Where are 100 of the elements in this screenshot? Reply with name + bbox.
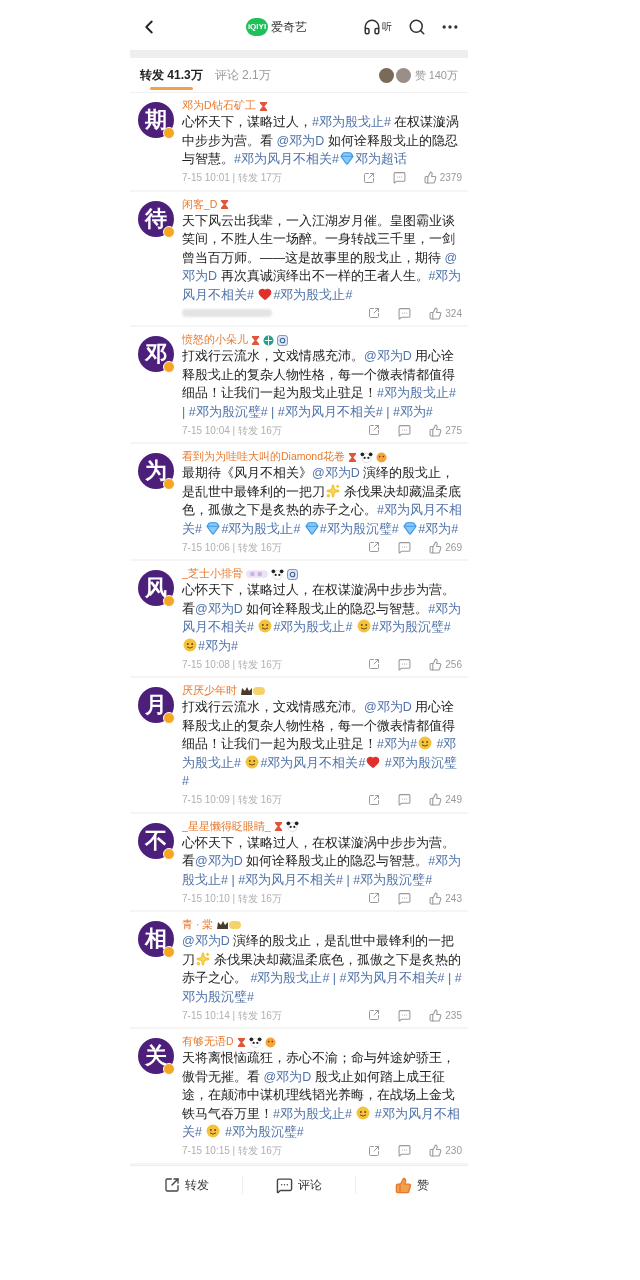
like-count: 249 — [445, 793, 462, 807]
heart-emoji-icon — [258, 286, 273, 301]
gem-emoji-icon — [339, 151, 354, 165]
comment-icon[interactable] — [398, 1008, 412, 1022]
repost-icon[interactable] — [368, 1144, 381, 1157]
hourglass-badge-icon — [251, 334, 260, 346]
crown-badge-icon — [216, 919, 243, 931]
sparkle-emoji-icon — [196, 951, 210, 966]
repost-icon — [163, 1177, 180, 1193]
smiley-emoji-icon — [356, 1105, 371, 1120]
search-icon[interactable] — [408, 18, 426, 36]
thumbs-up-icon — [395, 1176, 412, 1194]
headphones-icon[interactable] — [363, 18, 381, 36]
hourglass-badge-icon — [220, 199, 230, 210]
post-text: @邓为D 演绎的殷戈止，是乱世中最锋利的一把刀 杀伐果决却藏温柔底色，孤傲之下是炙热的赤子之心。 #邓为殷戈止# | #邓为风月不相关# | #邓为殷沉璧# — [182, 933, 462, 1006]
like-count: 230 — [445, 1144, 462, 1158]
post-text: 打戏行云流水，文戏情感充沛。@邓为D 用心诠释殷戈止的复杂人物性格，每一个微表情都值得细品！让我们一起为殷戈止驻足！#邓为殷戈止# | #邓为殷沉璧# | #邓为风月不相关# | #邓为# — [182, 348, 457, 421]
listen-label: 听 — [382, 22, 392, 32]
smiley-emoji-icon — [258, 619, 273, 633]
post-meta: 7-15 10:08 | 转发 16万 — [182, 657, 282, 672]
repost-icon[interactable] — [368, 793, 381, 806]
like-icon[interactable] — [429, 423, 443, 437]
comment-icon[interactable] — [398, 793, 412, 806]
smiley-emoji-icon — [417, 736, 432, 750]
user-avatar[interactable]: 期 — [138, 102, 174, 138]
hourglass-badge-icon — [273, 821, 283, 832]
hourglass-badge-icon — [348, 451, 358, 463]
repost-icon[interactable] — [362, 171, 375, 184]
bottom-action[interactable]: 赞 — [355, 1176, 468, 1194]
gem-emoji-icon — [403, 520, 418, 535]
bottom-action[interactable]: 转发 — [130, 1176, 242, 1194]
liker-avatar — [378, 67, 394, 83]
post-text: 天下风云出我辈，一入江湖岁月催。皇图霸业谈笑间，不胜人生一场醉。一身转战三千里，一剑曾当百万师。——这是故事里的殷戈止，期待 @邓为D 再次真诚演绎出不一样的王者人生。#邓为风月不相关# #邓为殷戈止# — [182, 212, 462, 304]
like-icon[interactable] — [429, 891, 443, 905]
panda-badge-icon — [360, 451, 374, 463]
like-icon[interactable] — [429, 306, 443, 320]
comment-icon[interactable] — [398, 1144, 412, 1157]
user-avatar[interactable]: 待 — [138, 200, 174, 237]
repost-icon[interactable] — [368, 1009, 381, 1021]
like-count: 243 — [445, 891, 462, 906]
comment-icon[interactable] — [398, 306, 412, 320]
user-avatar[interactable]: 邓 — [138, 336, 174, 372]
likes-count: 赞 140万 — [414, 67, 458, 83]
hourglass-badge-icon — [258, 100, 268, 112]
post-text: 打戏行云流水，文戏情感充沛。@邓为D 用心诠释殷戈止的复杂人物性格，每一个微表情都值得细品！让我们一起为殷戈止驻足！#邓为# #邓为殷戈止# #邓为风月不相关# #邓为殷沉璧# — [182, 699, 458, 790]
post-meta: 7-15 10:10 | 转发 16万 — [182, 891, 282, 906]
user-avatar[interactable]: 为 — [138, 453, 174, 489]
smiley-badge-icon — [376, 451, 388, 463]
liker-avatar — [395, 67, 411, 83]
like-icon[interactable] — [429, 1144, 443, 1157]
smiley-emoji-icon — [206, 1124, 221, 1138]
ring-badge-icon — [277, 334, 288, 346]
post-text: 心怀天下，谋略过人，在权谋漩涡中步步为营。看@邓为D 如何诠释殷戈止的隐忍与智慧。#邓为风月不相关# #邓为殷戈止# #邓为殷沉璧# #邓为# — [182, 582, 462, 655]
repost-icon[interactable] — [368, 307, 381, 319]
like-icon[interactable] — [423, 171, 437, 184]
user-avatar[interactable]: 关 — [138, 1038, 174, 1074]
panda-badge-icon — [285, 821, 299, 832]
like-count: 275 — [445, 423, 462, 438]
like-count: 2379 — [439, 171, 462, 185]
user-avatar[interactable]: 月 — [138, 687, 174, 723]
crown-badge-icon — [240, 685, 266, 697]
globe-badge-icon — [263, 334, 274, 346]
post-meta: 7-15 10:09 | 转发 16万 — [182, 793, 282, 807]
like-icon[interactable] — [429, 793, 443, 806]
comment-icon[interactable] — [398, 657, 412, 671]
like-count: 256 — [445, 657, 462, 672]
repost-icon[interactable] — [368, 424, 381, 436]
repost-icon[interactable] — [368, 541, 381, 553]
user-avatar[interactable]: 风 — [138, 570, 174, 606]
repost-icon[interactable] — [368, 658, 381, 670]
post-meta: 7-15 10:14 | 转发 16万 — [182, 1008, 282, 1023]
like-icon[interactable] — [429, 540, 443, 554]
ring-badge-icon — [286, 568, 298, 580]
comment-icon — [276, 1176, 293, 1194]
comment-icon[interactable] — [392, 171, 406, 184]
smiley-emoji-icon — [183, 637, 197, 652]
gem-emoji-icon — [304, 520, 319, 535]
post-text: 心怀天下，谋略过人，#邓为殷戈止# 在权谋漩涡中步步为营。看 @邓为D 如何诠释殷戈止的隐忍与智慧。#邓为风月不相关# 邓为超话 — [182, 114, 461, 168]
sparkle-emoji-icon — [326, 483, 340, 498]
heart-emoji-icon — [366, 754, 381, 769]
user-avatar[interactable]: 不 — [138, 822, 174, 859]
like-icon[interactable] — [429, 657, 443, 671]
smiley-emoji-icon — [356, 619, 371, 633]
comment-icon[interactable] — [398, 540, 412, 554]
post-meta: 7-15 10:15 | 转发 16万 — [182, 1144, 282, 1158]
logo: iQIYI — [245, 18, 269, 36]
page-title: 爱奇艺 — [271, 19, 308, 36]
verified-badge-icon — [163, 712, 175, 724]
hourglass-badge-icon — [236, 1036, 246, 1048]
gem-emoji-icon — [206, 520, 221, 535]
user-avatar[interactable]: 相 — [138, 921, 174, 957]
bottom-action[interactable]: 评论 — [242, 1176, 355, 1194]
cloud-badge-icon — [245, 569, 268, 579]
like-icon[interactable] — [429, 1008, 443, 1022]
comment-icon[interactable] — [398, 891, 412, 905]
repost-icon[interactable] — [368, 892, 381, 904]
tab[interactable]: 转发 41.3万 — [140, 60, 203, 90]
panda-badge-icon — [270, 568, 284, 580]
comment-icon[interactable] — [398, 423, 412, 437]
like-count: 269 — [445, 540, 462, 555]
